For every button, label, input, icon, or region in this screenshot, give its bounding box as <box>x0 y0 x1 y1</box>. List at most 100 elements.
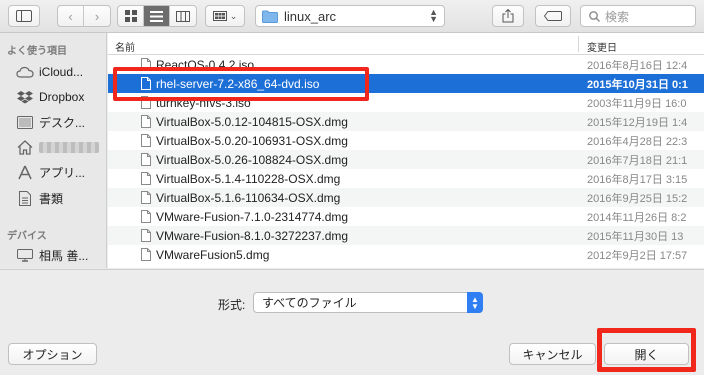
sidebar-item-home[interactable] <box>16 137 99 157</box>
forward-button[interactable]: › <box>84 6 110 26</box>
computer-icon <box>16 247 34 263</box>
file-icon <box>141 191 151 204</box>
tag-icon <box>544 11 562 21</box>
share-icon <box>502 9 514 23</box>
cloud-icon <box>16 64 34 80</box>
file-row[interactable]: VMware-Fusion-7.1.0-2314774.dmg 2014年11月2… <box>108 207 704 226</box>
file-icon <box>141 248 151 261</box>
column-header-date[interactable]: 変更日 <box>587 39 617 54</box>
format-select[interactable]: すべてのファイル ▲ ▼ <box>253 292 483 313</box>
file-date: 2015年10月31日 0:1 <box>587 78 688 91</box>
sidebar-item-computer[interactable]: 相馬 善... <box>16 245 88 265</box>
tag-button[interactable] <box>535 5 571 27</box>
sidebar-item-applications[interactable]: アプリ... <box>16 162 85 182</box>
file-row[interactable]: VMwareFusion5.dmg 2012年9月2日 17:57 <box>108 245 704 264</box>
home-icon <box>16 139 34 155</box>
search-field[interactable]: 検索 <box>580 5 696 27</box>
chevron-left-icon: ‹ <box>68 8 73 24</box>
list-view-button[interactable] <box>144 6 170 26</box>
file-icon <box>141 134 151 147</box>
back-button[interactable]: ‹ <box>58 6 84 26</box>
file-date: 2016年4月28日 22:3 <box>587 135 688 148</box>
column-view-button[interactable] <box>170 6 196 26</box>
sidebar-item-desktop[interactable]: デスク... <box>16 112 85 132</box>
redacted-username <box>39 141 99 153</box>
file-icon <box>141 153 151 166</box>
options-button[interactable]: オプション <box>8 343 97 365</box>
desktop-icon <box>16 114 34 130</box>
sidebar-item-icloud[interactable]: iCloud... <box>16 62 83 82</box>
sidebar: よく使う項目 iCloud... Dropbox デスク... アプリ... 書… <box>0 33 107 268</box>
sidebar-item-dropbox[interactable]: Dropbox <box>16 87 84 107</box>
file-name: VirtualBox-5.1.6-110634-OSX.dmg <box>156 190 341 205</box>
list-icon <box>150 10 163 22</box>
file-name: rhel-server-7.2-x86_64-dvd.iso <box>156 76 320 91</box>
file-icon <box>141 172 151 185</box>
sidebar-item-documents[interactable]: 書類 <box>16 188 63 208</box>
file-icon <box>141 96 151 109</box>
file-icon <box>141 229 151 242</box>
file-list: 名前 変更日 ReactOS-0.4.2.iso 2016年8月16日 12:4 r… <box>108 33 704 268</box>
icon-view-button[interactable] <box>118 6 144 26</box>
updown-arrows-icon: ▲ ▼ <box>429 7 438 24</box>
column-divider[interactable] <box>578 36 579 52</box>
file-icon <box>141 115 151 128</box>
file-date: 2015年12月19日 1:4 <box>587 116 688 129</box>
updown-arrows-icon: ▲ ▼ <box>467 292 483 313</box>
devices-heading: デバイス <box>7 231 47 242</box>
file-name: VirtualBox-5.0.20-106931-OSX.dmg <box>156 133 348 148</box>
file-date: 2014年11月26日 8:2 <box>587 211 687 224</box>
location-label: linux_arc <box>284 8 337 24</box>
file-name: VirtualBox-5.0.26-108824-OSX.dmg <box>156 152 348 167</box>
file-icon <box>141 58 151 71</box>
sidebar-toggle-button[interactable] <box>8 5 40 27</box>
favorites-heading: よく使う項目 <box>7 46 67 57</box>
file-date: 2016年8月17日 3:15 <box>587 173 688 186</box>
sidebar-item-label: デスク... <box>39 115 86 130</box>
sidebar-item-label: 相馬 善... <box>39 248 89 263</box>
file-name: VMware-Fusion-7.1.0-2314774.dmg <box>156 209 349 224</box>
sidebar-item-label: アプリ... <box>39 165 86 180</box>
file-name: ReactOS-0.4.2.iso <box>156 57 255 72</box>
file-row[interactable]: ReactOS-0.4.2.iso 2016年8月16日 12:4 <box>108 55 704 74</box>
column-header-name[interactable]: 名前 <box>115 39 135 54</box>
format-bar: 形式: すべてのファイル ▲ ▼ <box>0 269 704 333</box>
file-row[interactable]: VirtualBox-5.0.12-104815-OSX.dmg 2015年12月… <box>108 112 704 131</box>
columns-icon <box>176 10 190 22</box>
file-row[interactable]: VMware-Fusion-8.1.0-3272237.dmg 2015年11月3… <box>108 226 704 245</box>
toolbar: ‹ › ⌄ linux_arc ▲ ▼ 検索 <box>0 0 704 33</box>
file-row[interactable]: VirtualBox-5.1.4-110228-OSX.dmg 2016年8月17… <box>108 169 704 188</box>
file-row[interactable]: VirtualBox-5.1.6-110634-OSX.dmg 2016年9月25… <box>108 188 704 207</box>
location-popup[interactable]: linux_arc ▲ ▼ <box>255 5 445 27</box>
file-name: VirtualBox-5.1.4-110228-OSX.dmg <box>156 171 341 186</box>
share-button[interactable] <box>492 5 524 27</box>
sidebar-item-label: 書類 <box>39 191 64 206</box>
applications-icon <box>16 164 34 180</box>
file-date: 2016年8月16日 12:4 <box>587 59 688 72</box>
file-row[interactable]: VirtualBox-5.0.26-108824-OSX.dmg 2016年7月1… <box>108 150 704 169</box>
document-icon <box>16 190 34 206</box>
sidebar-item-label: iCloud... <box>39 65 84 79</box>
file-name: VMwareFusion5.dmg <box>156 247 270 262</box>
search-placeholder: 検索 <box>605 9 630 24</box>
view-mode-buttons <box>117 5 197 27</box>
file-icon <box>141 77 151 90</box>
arrange-button[interactable]: ⌄ <box>205 5 245 27</box>
cancel-button[interactable]: キャンセル <box>509 343 596 365</box>
search-icon <box>589 10 600 22</box>
file-row[interactable]: turnkey-nfvs-3.iso 2003年11月9日 16:0 <box>108 93 704 112</box>
file-row[interactable]: VirtualBox-5.0.20-106931-OSX.dmg 2016年4月2… <box>108 131 704 150</box>
file-date: 2016年7月18日 21:1 <box>587 154 688 167</box>
file-date: 2003年11月9日 16:0 <box>587 97 687 110</box>
arrange-grid-icon <box>212 11 227 21</box>
format-label: 形式: <box>218 298 246 312</box>
sidebar-item-label: Dropbox <box>39 90 85 104</box>
open-button[interactable]: 開く <box>604 343 689 365</box>
chevron-down-icon: ⌄ <box>229 10 238 21</box>
icon-grid-icon <box>124 10 137 22</box>
dropbox-icon <box>16 89 34 105</box>
file-row[interactable]: rhel-server-7.2-x86_64-dvd.iso 2015年10月31… <box>108 74 704 93</box>
navigation-buttons: ‹ › <box>57 5 111 27</box>
bottom-bar: オプション キャンセル 開く <box>0 333 704 375</box>
list-header: 名前 変更日 <box>108 33 704 55</box>
